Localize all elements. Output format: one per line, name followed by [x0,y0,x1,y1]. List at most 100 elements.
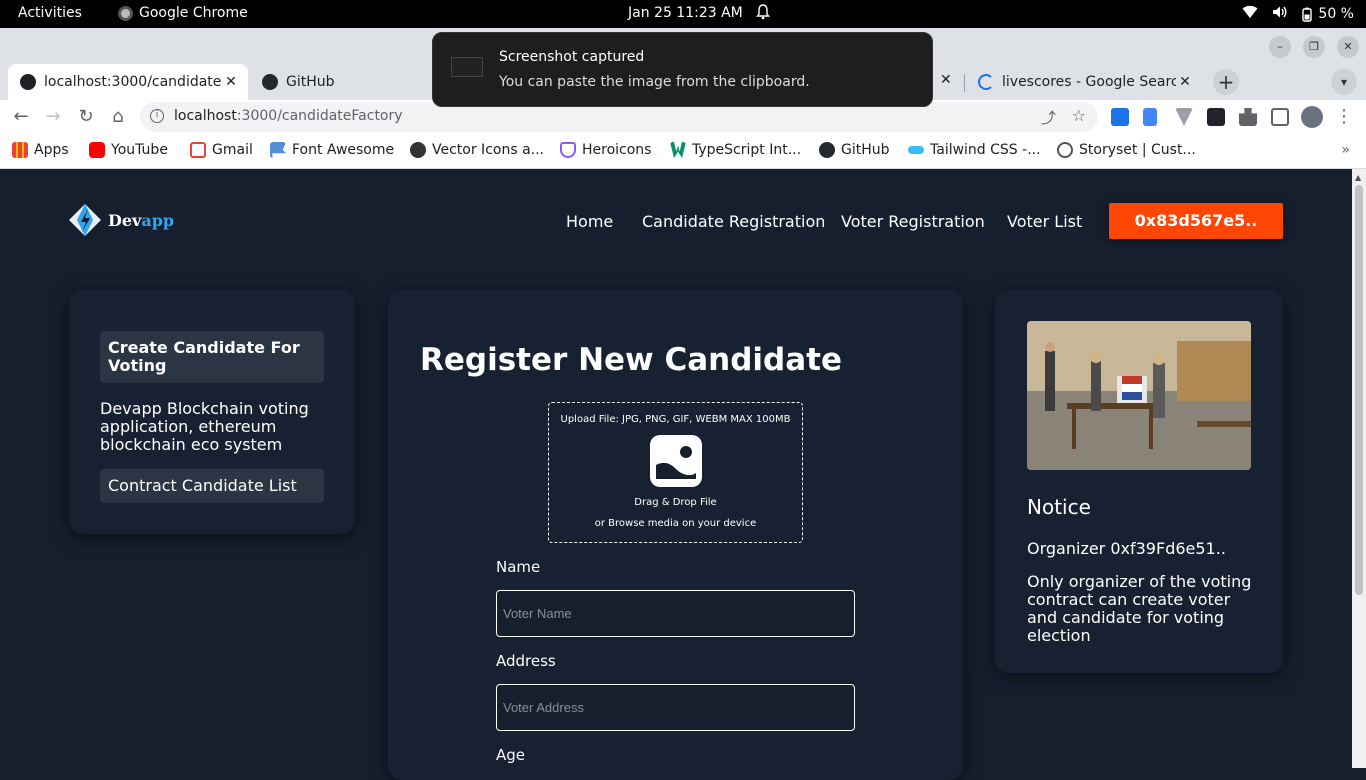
tab-separator [964,74,965,92]
tab-livescores[interactable]: livescores - Google Search ✕ [966,64,1202,100]
tab-title: GitHub [286,74,335,90]
upload-formats-text: Upload File: JPG, PNG, GIF, WEBM MAX 100… [560,414,791,425]
bookmark-github[interactable]: GitHub [819,142,890,158]
bookmark-apps[interactable]: Apps [12,142,69,158]
gmail-icon [190,142,206,158]
bookmarks-overflow-icon[interactable]: » [1341,142,1350,158]
sidebar-item-create-candidate[interactable]: Create Candidate For Voting [100,331,324,383]
bookmark-vector-icons[interactable]: Vector Icons a... [410,142,544,158]
chrome-menu-icon[interactable]: ⋮ [1333,106,1355,128]
page-title: Register New Candidate [420,342,842,378]
web-page: Devapp Home Candidate Registration Voter… [0,169,1352,780]
clock[interactable]: Jan 25 11:23 AM [628,5,743,21]
tab-title: localhost:3000/candidateFactory [44,74,222,90]
sidebar-item-label: Create Candidate For Voting [108,338,300,375]
system-top-bar: Activities Google Chrome Jan 25 11:23 AM… [0,0,1366,28]
devapp-logo[interactable]: Devapp [68,203,174,237]
election-photo [1027,321,1251,470]
forward-arrow-icon[interactable]: → [42,106,64,128]
home-icon[interactable]: ⌂ [107,106,129,128]
nextjs-favicon-icon [20,74,36,90]
extension-react-icon[interactable] [1207,108,1225,126]
new-tab-button[interactable]: + [1213,69,1239,95]
tab-close-icon[interactable]: ✕ [1176,74,1194,90]
page-scrollbar[interactable]: ▲ [1352,169,1366,768]
extensions-puzzle-icon[interactable] [1239,108,1257,126]
bookmark-youtube[interactable]: YouTube [89,142,168,158]
extension-docs-icon[interactable] [1143,108,1157,126]
nav-home[interactable]: Home [566,212,613,231]
site-info-icon[interactable]: i [150,109,164,123]
typescript-w-icon [670,142,686,158]
maximize-button[interactable]: ❐ [1303,36,1325,58]
nav-voter-list[interactable]: Voter List [1007,212,1082,231]
close-window-button[interactable]: ✕ [1337,36,1359,58]
notice-title: Notice [1027,495,1091,519]
github-favicon-icon [262,74,278,90]
bookmark-font-awesome[interactable]: Font Awesome [270,142,394,158]
youtube-icon [89,142,105,158]
bookmark-star-icon[interactable]: ☆ [1072,106,1086,125]
activities-button[interactable]: Activities [18,5,82,21]
notice-body: Only organizer of the voting contract ca… [1027,572,1252,645]
bookmark-heroicons[interactable]: Heroicons [560,142,651,158]
voter-name-input[interactable] [496,590,855,637]
screenshot-thumbnail [451,57,483,77]
age-label: Age [496,746,526,764]
battery-indicator: 50 % [1302,6,1354,22]
system-tray[interactable]: 50 % [1242,5,1354,23]
notification-title: Screenshot captured [499,49,645,65]
logo-wordmark: Devapp [108,210,175,230]
bookmark-tailwind[interactable]: Tailwind CSS -... [908,142,1041,158]
tab-title: livescores - Google Search [1002,74,1176,90]
name-label: Name [496,558,541,576]
sidebar-description: Devapp Blockchain voting application, et… [100,399,309,454]
organizer-address: Organizer 0xf39Fd6e51.. [1027,539,1226,558]
tab-search-button[interactable]: ▾ [1331,69,1357,95]
bookmark-typescript[interactable]: TypeScript Int... [670,142,801,158]
notification-body: You can paste the image from the clipboa… [499,74,810,90]
extension-fi-icon[interactable] [1111,108,1129,126]
extension-vue-icon[interactable] [1175,108,1193,126]
notification-bell-icon [756,4,770,24]
address-label: Address [496,652,556,670]
profile-avatar[interactable] [1301,106,1323,128]
devapp-logo-icon [69,204,101,236]
tab-localhost[interactable]: localhost:3000/candidateFactory ✕ [8,64,248,100]
sidebar-card: Create Candidate For Voting Devapp Block… [69,290,355,534]
register-form-card: Register New Candidate Upload File: JPG,… [388,290,963,780]
github-icon [819,142,835,158]
wallet-address-button[interactable]: 0x83d567e5.. [1109,203,1283,239]
voter-address-input[interactable] [496,684,855,731]
tab-github[interactable]: GitHub [250,64,434,100]
minimize-button[interactable]: – [1269,36,1291,58]
tab-close-icon[interactable]: ✕ [222,74,240,90]
bookmark-gmail[interactable]: Gmail [190,142,253,158]
screenshot-notification[interactable]: Screenshot captured You can paste the im… [432,32,933,107]
battery-icon [1302,7,1313,22]
back-arrow-icon[interactable]: ← [10,106,32,128]
file-upload-dropzone[interactable]: Upload File: JPG, PNG, GIF, WEBM MAX 100… [548,402,803,543]
bookmark-storyset[interactable]: Storyset | Cust... [1057,142,1196,158]
bookmarks-bar: Apps YouTube Gmail Font Awesome Vector I… [0,134,1366,169]
storyset-icon [1057,142,1073,158]
battery-percent: 50 % [1318,6,1354,22]
nav-voter-registration[interactable]: Voter Registration [841,212,985,231]
scroll-up-arrow-icon[interactable]: ▲ [1355,173,1361,182]
tailwind-icon [908,146,924,154]
sidebar-item-candidate-list[interactable]: Contract Candidate List [100,469,324,503]
focused-app-menu[interactable]: Google Chrome [118,5,248,21]
vector-icons-icon [410,142,426,158]
reload-icon[interactable]: ↻ [75,106,97,128]
side-panel-icon[interactable] [1271,108,1289,126]
image-upload-icon [650,435,702,487]
wifi-icon [1242,5,1258,23]
tab-close-icon[interactable]: ✕ [940,72,952,88]
upload-browse-text: or Browse media on your device [594,518,757,529]
scrollbar-thumb[interactable] [1355,185,1363,595]
share-icon[interactable]: ⤴ [1041,107,1056,128]
app-name: Google Chrome [139,5,248,21]
notice-card: Notice Organizer 0xf39Fd6e51.. Only orga… [995,290,1283,673]
nav-candidate-registration[interactable]: Candidate Registration [642,212,825,231]
address-url[interactable]: localhost:3000/candidateFactory [174,108,403,124]
